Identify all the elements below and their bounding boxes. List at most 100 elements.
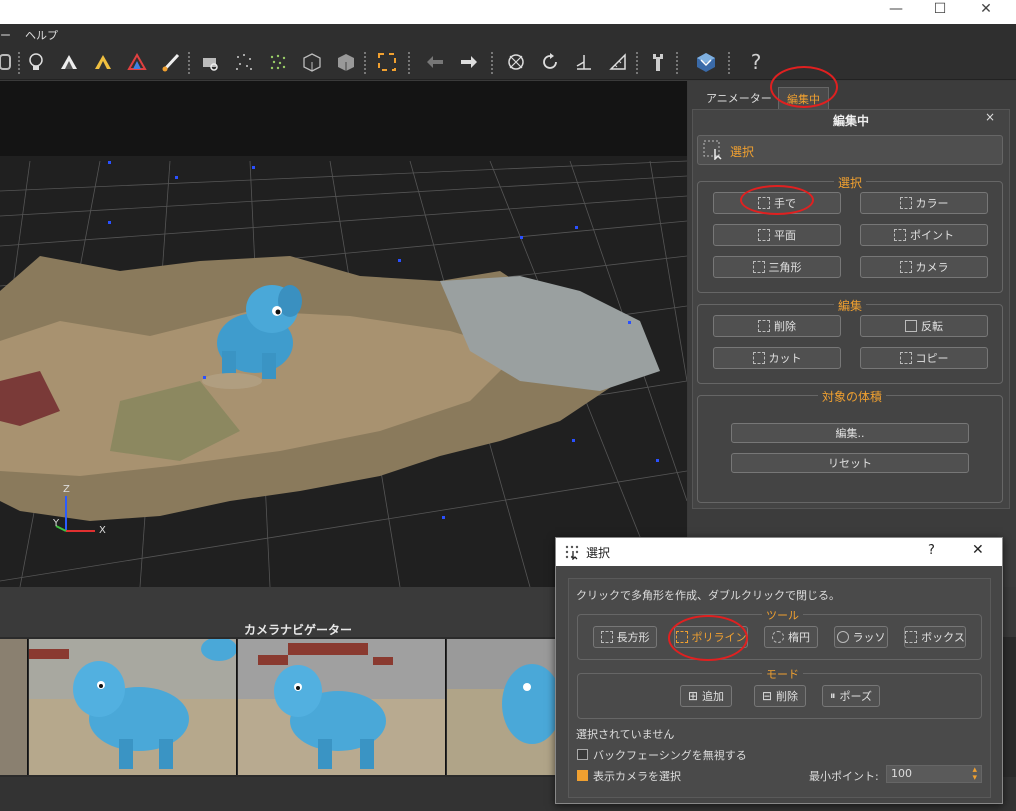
toolbar-separator: [728, 52, 730, 74]
ignore-backfacing-checkbox[interactable]: [577, 749, 588, 760]
minimize-button[interactable]: —: [876, 0, 916, 20]
camera-settings-icon[interactable]: [198, 50, 222, 74]
window-titlebar: — ☐ ✕: [0, 0, 1016, 24]
spinner-arrows-icon[interactable]: ▴ ▾: [972, 766, 977, 783]
select-by-point-button[interactable]: ポイント: [860, 224, 988, 246]
ruler-icon[interactable]: [606, 50, 630, 74]
plane-select-icon: [758, 229, 770, 241]
cube-wire-icon[interactable]: [300, 50, 324, 74]
tool-lasso-button[interactable]: ラッソ: [834, 626, 888, 648]
dialog-content: クリックで多角形を作成、ダブルクリックで閉じる。 ツール 長方形 ポリライン 楕…: [568, 578, 991, 798]
toolbar-separator: [408, 52, 410, 74]
triangle-select-icon: [752, 261, 765, 273]
menu-item-help[interactable]: ヘルプ: [25, 27, 58, 43]
select-by-color-button[interactable]: カラー: [860, 192, 988, 214]
box-icon: [905, 631, 918, 643]
tool-ellipse-button[interactable]: 楕円: [764, 626, 818, 648]
minus-box-icon: ⊟: [761, 689, 773, 703]
highlight-circle-hand: [740, 185, 814, 215]
volume-edit-button[interactable]: 編集..: [731, 423, 969, 443]
sparse-cloud-icon[interactable]: [232, 50, 256, 74]
highlight-circle-tab: [770, 66, 838, 108]
select-by-camera-button[interactable]: カメラ: [860, 256, 988, 278]
min-points-value: 100: [891, 767, 912, 780]
cut-button[interactable]: カット: [713, 347, 841, 369]
camera-thumbnail[interactable]: [29, 639, 237, 775]
camera-thumbnail[interactable]: [238, 639, 446, 775]
edit-group: 編集 削除 反転 カット コピー: [697, 297, 1003, 384]
select-display-camera-checkbox[interactable]: [577, 770, 588, 781]
wrench-icon[interactable]: [646, 50, 670, 74]
copy-icon: [899, 352, 912, 364]
dialog-select-icon: [564, 544, 580, 563]
ignore-backfacing-label: バックフェーシングを無視する: [593, 749, 747, 762]
volume-group: 対象の体積 編集.. リセット: [697, 388, 1003, 503]
copy-button[interactable]: コピー: [860, 347, 988, 369]
close-button[interactable]: ✕: [966, 0, 1006, 20]
help-button[interactable]: ?: [744, 50, 768, 74]
axis-z-label: Z: [63, 484, 70, 495]
dialog-title: 選択: [586, 546, 611, 560]
region-icon[interactable]: [375, 50, 399, 74]
select-by-plane-button[interactable]: 平面: [713, 224, 841, 246]
partial-icon[interactable]: [0, 50, 18, 74]
pause-icon: ⏸: [830, 689, 836, 702]
tool-rectangle-button[interactable]: 長方形: [593, 626, 657, 648]
mode-pause-button[interactable]: ⏸ ポーズ: [822, 685, 880, 707]
brush-icon[interactable]: [159, 50, 183, 74]
tools-group-title: ツール: [762, 607, 803, 623]
toolbar-separator: [364, 52, 366, 74]
select-group-title: 選択: [834, 174, 867, 191]
toolbar-separator: [188, 52, 190, 74]
ellipse-icon: [772, 631, 784, 643]
volume-reset-button[interactable]: リセット: [731, 453, 969, 473]
dialog-titlebar: 選択 ? ✕: [556, 538, 1002, 566]
mode-remove-button[interactable]: ⊟ 削除: [754, 685, 806, 707]
undo-icon[interactable]: [423, 50, 447, 74]
invert-icon: [905, 320, 917, 332]
3d-viewport[interactable]: Z Y X: [0, 81, 687, 587]
rectangle-icon: [600, 631, 613, 643]
maximize-button[interactable]: ☐: [920, 0, 960, 20]
camera-thumbnail[interactable]: [447, 639, 557, 775]
panel-title: 編集中: [832, 114, 869, 128]
rotate-icon[interactable]: [538, 50, 562, 74]
selection-dialog: 選択 ? ✕ クリックで多角形を作成、ダブルクリックで閉じる。 ツール 長方形 …: [555, 537, 1003, 804]
panel-close-icon[interactable]: ×: [985, 110, 995, 124]
volume-group-title: 対象の体積: [818, 388, 887, 405]
min-points-input[interactable]: 100 ▴ ▾: [886, 765, 982, 783]
color-select-icon: [899, 197, 912, 209]
camera-thumbnail[interactable]: [0, 639, 28, 775]
transform-icon[interactable]: [572, 50, 596, 74]
select-display-camera-label: 表示カメラを選択: [593, 770, 681, 783]
tool-box-button[interactable]: ボックス: [904, 626, 966, 648]
app-logo-icon[interactable]: [694, 50, 718, 74]
mode-add-button[interactable]: ⊞ 追加: [680, 685, 732, 707]
main-toolbar: ?: [0, 44, 1016, 80]
select-by-triangle-button[interactable]: 三角形: [713, 256, 841, 278]
menu-item-truncated[interactable]: ー: [0, 27, 11, 43]
min-points-label: 最小ポイント:: [809, 770, 879, 783]
point-select-icon: [894, 229, 906, 241]
cube-solid-icon[interactable]: [334, 50, 358, 74]
tab-animator[interactable]: アニメーター: [698, 87, 780, 109]
selection-header[interactable]: 選択: [697, 135, 1003, 165]
toolbar-separator: [636, 52, 638, 74]
dialog-help-button[interactable]: ?: [928, 543, 935, 558]
axis-y-label: Y: [53, 518, 60, 529]
scene-render: [0, 81, 687, 587]
dense-cloud-icon[interactable]: [266, 50, 290, 74]
delete-icon: [758, 320, 770, 332]
mesh-yellow-icon[interactable]: [91, 50, 115, 74]
redo-icon[interactable]: [457, 50, 481, 74]
invert-button[interactable]: 反転: [860, 315, 988, 337]
navigate-icon[interactable]: [504, 50, 528, 74]
highlight-circle-polyline: [668, 615, 748, 661]
mesh-color-icon[interactable]: [125, 50, 149, 74]
mesh-white-icon[interactable]: [57, 50, 81, 74]
dialog-close-button[interactable]: ✕: [972, 542, 984, 558]
cut-icon: [752, 352, 765, 364]
axis-x-label: X: [99, 525, 106, 536]
delete-button[interactable]: 削除: [713, 315, 841, 337]
lightbulb-icon[interactable]: [24, 50, 48, 74]
